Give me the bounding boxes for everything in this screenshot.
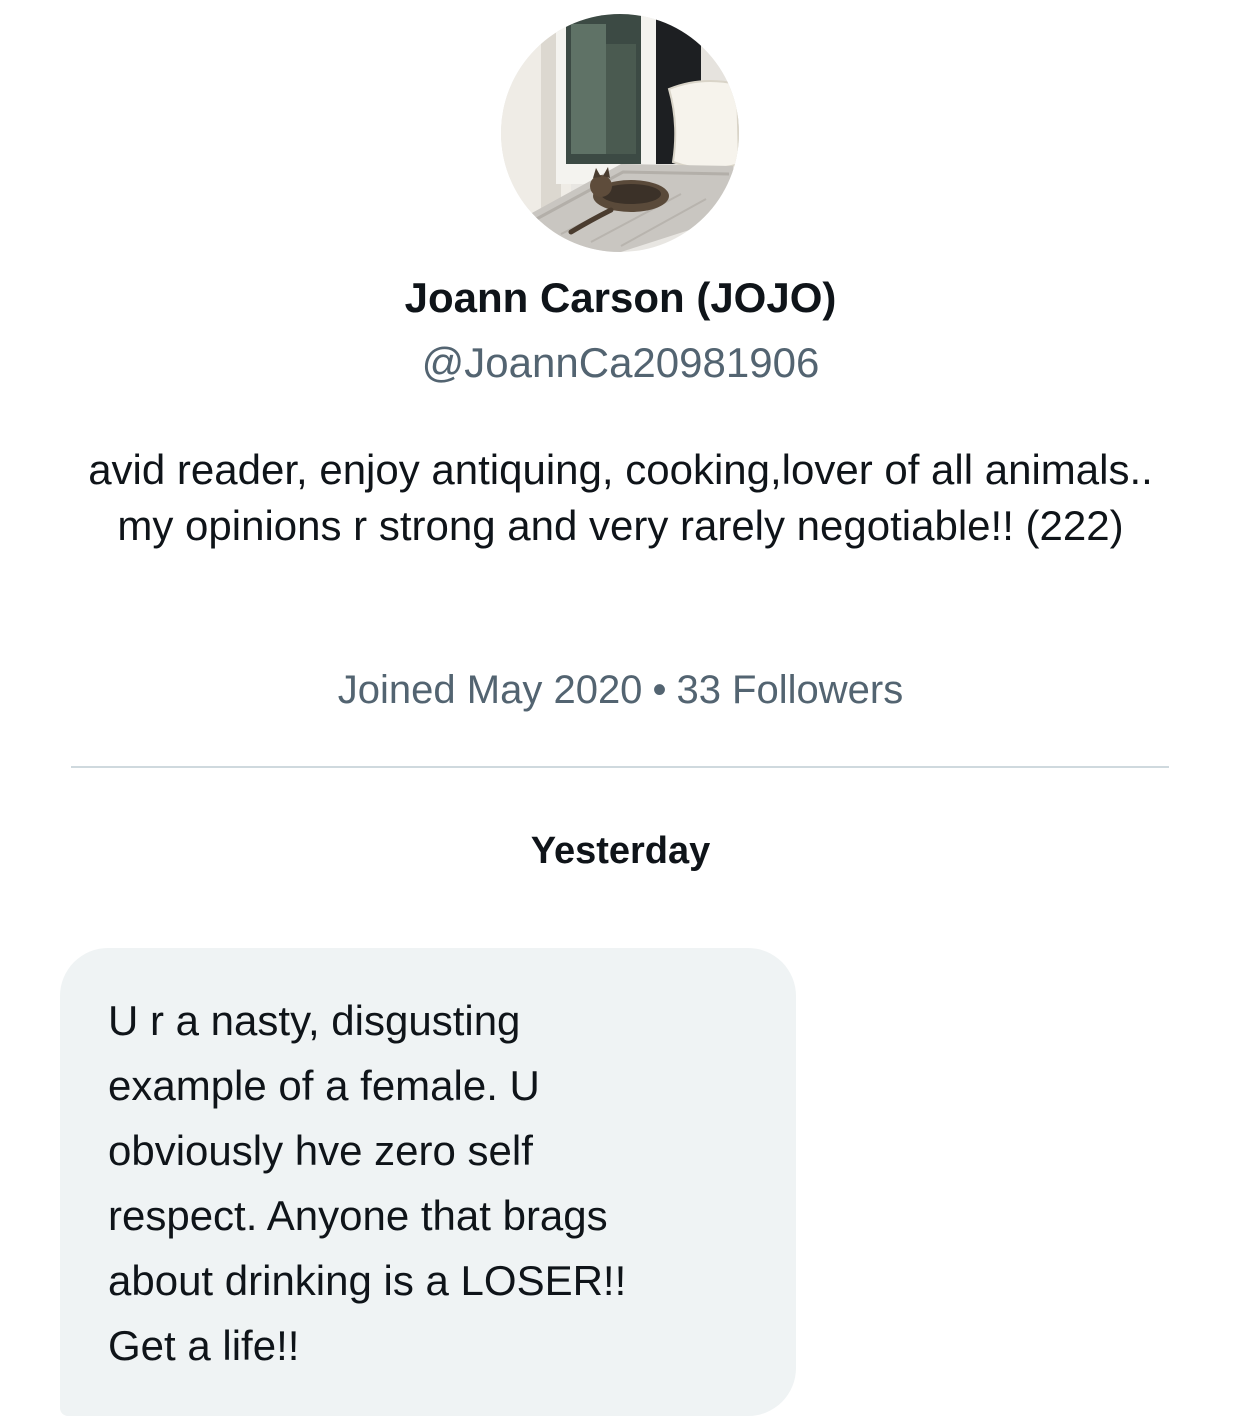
meta-separator: •: [652, 668, 667, 712]
display-name[interactable]: Joann Carson (JOJO): [0, 272, 1241, 324]
divider: [71, 766, 1169, 768]
username-handle[interactable]: @JoannCa20981906: [0, 336, 1241, 390]
message-bubble[interactable]: U r a nasty, disgusting example of a fem…: [60, 948, 796, 1416]
date-header: Yesterday: [530, 830, 711, 872]
profile-bio: avid reader, enjoy antiquing, cooking,lo…: [88, 446, 1153, 549]
message-text: U r a nasty, disgusting example of a fem…: [108, 997, 627, 1369]
profile-meta: Joined May 2020 • 33 Followers: [0, 663, 1241, 717]
cat-on-window-seat-avatar: [501, 14, 739, 252]
joined-date: Joined May 2020: [337, 668, 643, 712]
avatar[interactable]: [501, 14, 739, 252]
followers-count-link[interactable]: 33 Followers: [676, 668, 903, 712]
